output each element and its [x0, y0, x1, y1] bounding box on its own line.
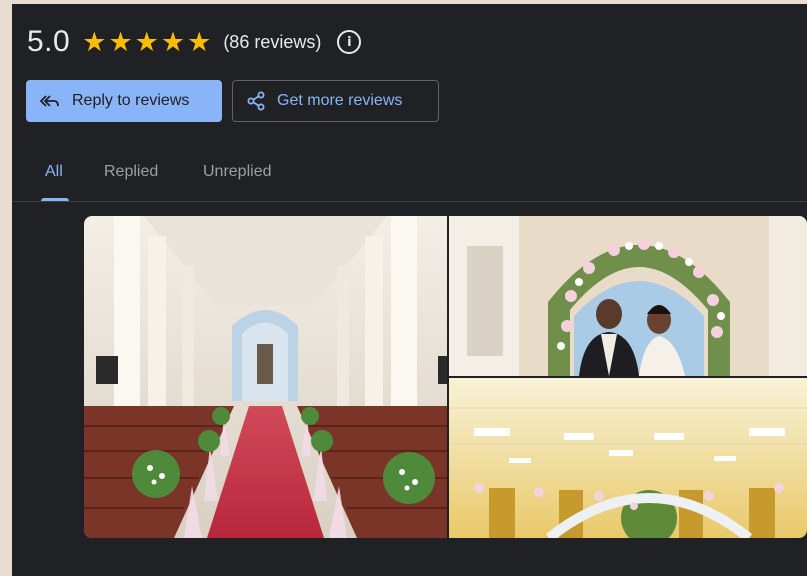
star-icon: ★ — [160, 26, 186, 57]
reply-to-reviews-label: Reply to reviews — [72, 92, 190, 109]
rating-summary: 5.0 ★ ★ ★ ★ ★ (86 reviews) i — [27, 22, 362, 62]
star-icon: ★ — [108, 26, 133, 57]
get-more-reviews-label: Get more reviews — [277, 92, 403, 109]
tab-all[interactable]: All — [45, 163, 63, 181]
star-icon: ★ — [82, 26, 107, 57]
star-icon: ★ — [187, 26, 212, 57]
rating-score: 5.0 — [27, 25, 71, 58]
couple-floral-arch-photo[interactable] — [449, 216, 807, 376]
reviews-panel: 5.0 ★ ★ ★ ★ ★ (86 reviews) i Reply to re… — [12, 4, 807, 576]
reply-all-icon — [40, 95, 59, 107]
reply-to-reviews-button[interactable]: Reply to reviews — [26, 80, 222, 122]
review-filter-tabs: All Replied Unreplied — [12, 154, 807, 202]
church-interior-photo[interactable] — [84, 216, 447, 538]
star-rating: ★ ★ ★ ★ ★ — [82, 26, 213, 57]
share-icon — [247, 91, 265, 111]
review-count: (86 reviews) — [223, 31, 322, 52]
tab-unreplied[interactable]: Unreplied — [203, 163, 271, 181]
tabs-divider — [12, 201, 807, 202]
get-more-reviews-button[interactable]: Get more reviews — [232, 80, 439, 122]
info-icon[interactable]: i — [337, 30, 362, 54]
star-icon: ★ — [134, 26, 159, 57]
hall-floral-decor-photo[interactable] — [449, 378, 807, 538]
tab-replied[interactable]: Replied — [104, 163, 158, 181]
